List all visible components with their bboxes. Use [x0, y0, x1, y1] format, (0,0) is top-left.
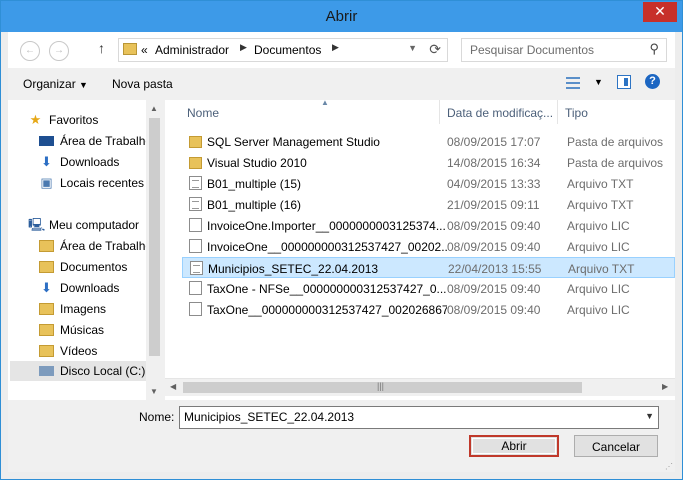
star-icon: ★ [29, 112, 42, 127]
file-row[interactable]: InvoiceOne.Importer__0000000003125374...… [182, 215, 675, 236]
column-header-date[interactable]: Data de modificaç... [441, 100, 558, 124]
view-dropdown-icon[interactable]: ▼ [594, 77, 603, 87]
pictures-folder-icon [39, 303, 54, 315]
drive-icon [39, 366, 54, 376]
window-title: Abrir [325, 8, 358, 25]
filename-row: Nome: Municipios_SETEC_22.04.2013 ▼ [8, 404, 675, 434]
address-bar[interactable]: « Administrador ▶ Documentos ▶ ▼ ⟳ [118, 38, 448, 62]
folder-icon [189, 157, 202, 169]
folder-icon [123, 43, 137, 55]
title-bar: Abrir ✕ [1, 1, 682, 32]
file-row-selected[interactable]: Municipios_SETEC_22.04.2013 22/04/2013 1… [182, 257, 675, 278]
breadcrumb-administrador[interactable]: Administrador [155, 43, 229, 57]
help-icon[interactable]: ? [645, 74, 660, 89]
address-dropdown-icon[interactable]: ▼ [408, 43, 417, 53]
file-row[interactable]: B01_multiple (15) 04/09/2015 13:33 Arqui… [182, 173, 675, 194]
column-header-type[interactable]: Tipo [559, 100, 675, 124]
filename-combobox[interactable]: Municipios_SETEC_22.04.2013 ▼ [179, 406, 659, 429]
documents-folder-icon [39, 261, 54, 273]
close-button[interactable]: ✕ [643, 2, 677, 22]
search-icon[interactable]: ⚲ [649, 41, 659, 57]
horizontal-scrollbar[interactable]: ◀ ||| ▶ [165, 378, 675, 396]
breadcrumb-documentos[interactable]: Documentos [254, 43, 321, 57]
scrollbar-grip-icon: ||| [377, 381, 385, 391]
navigation-pane: ★ Favoritos Área de Trabalho ⬇ Downloads… [8, 100, 152, 400]
chevron-down-icon: ▼ [79, 80, 88, 90]
view-options-icon[interactable] [566, 77, 580, 89]
search-input[interactable]: Pesquisar Documentos [470, 43, 594, 57]
breadcrumb-separator-icon[interactable]: ▶ [332, 42, 339, 53]
organize-button[interactable]: Organizar ▼ [23, 77, 88, 91]
file-row[interactable]: Visual Studio 2010 14/08/2015 16:34 Past… [182, 152, 675, 173]
column-header-name[interactable]: Nome ▲ [181, 98, 440, 124]
text-file-icon [190, 261, 203, 275]
open-file-dialog: Abrir ✕ ← → ↑ « Administrador ▶ Document… [0, 0, 683, 480]
navigation-bar: ← → ↑ « Administrador ▶ Documentos ▶ ▼ ⟳… [8, 32, 675, 68]
downloads-icon: ⬇ [41, 280, 52, 295]
filename-input[interactable]: Municipios_SETEC_22.04.2013 [184, 410, 354, 424]
text-file-icon [189, 197, 202, 211]
file-icon [189, 302, 202, 316]
preview-pane-icon[interactable] [617, 75, 631, 89]
open-button[interactable]: Abrir [469, 435, 559, 457]
breadcrumb-separator-icon[interactable]: ▶ [240, 42, 247, 53]
folder-icon [189, 136, 202, 148]
computer-icon: 🖳 [28, 217, 46, 232]
videos-folder-icon [39, 345, 54, 357]
new-folder-button[interactable]: Nova pasta [112, 77, 173, 91]
dialog-client: ← → ↑ « Administrador ▶ Documentos ▶ ▼ ⟳… [8, 32, 675, 472]
scroll-right-icon[interactable]: ▶ [662, 382, 668, 391]
sort-ascending-icon: ▲ [321, 98, 329, 107]
forward-button[interactable]: → [49, 41, 69, 61]
file-list: Nome ▲ Data de modificaç... Tipo SQL Ser… [165, 98, 675, 400]
file-icon [189, 218, 202, 232]
sidebar-scrollbar[interactable]: ▲ ▼ [146, 100, 163, 400]
up-arrow-icon[interactable]: ↑ [98, 40, 105, 56]
file-row[interactable]: TaxOne__000000000312537427_002026867... … [182, 299, 675, 320]
text-file-icon [189, 176, 202, 190]
back-button[interactable]: ← [20, 41, 40, 61]
file-row[interactable]: TaxOne - NFSe__000000000312537427_0... 0… [182, 278, 675, 299]
cancel-button[interactable]: Cancelar [574, 435, 658, 457]
file-row[interactable]: InvoiceOne__000000000312537427_00202... … [182, 236, 675, 257]
folder-icon [39, 240, 54, 252]
file-row[interactable]: B01_multiple (16) 21/09/2015 09:11 Arqui… [182, 194, 675, 215]
filename-label: Nome: [139, 410, 175, 424]
downloads-icon: ⬇ [41, 154, 52, 169]
address-overflow[interactable]: « [141, 43, 148, 57]
desktop-icon [39, 136, 54, 146]
refresh-icon[interactable]: ⟳ [429, 41, 441, 58]
scroll-up-icon[interactable]: ▲ [150, 104, 158, 113]
file-icon [189, 281, 202, 295]
resize-grip-icon[interactable]: ⋰ [665, 462, 673, 471]
command-bar: Organizar ▼ Nova pasta ▼ ? [8, 68, 675, 100]
music-folder-icon [39, 324, 54, 336]
sidebar-item-disco-local[interactable]: Disco Local (C:) [10, 361, 146, 381]
scrollbar-thumb[interactable] [149, 118, 160, 356]
scroll-down-icon[interactable]: ▼ [150, 387, 158, 396]
search-box[interactable]: Pesquisar Documentos ⚲ [461, 38, 667, 62]
file-row[interactable]: SQL Server Management Studio 08/09/2015 … [182, 131, 675, 152]
chevron-down-icon[interactable]: ▼ [645, 411, 654, 421]
recent-places-icon: ▣ [40, 175, 53, 190]
file-icon [189, 239, 202, 253]
scroll-left-icon[interactable]: ◀ [170, 382, 176, 391]
